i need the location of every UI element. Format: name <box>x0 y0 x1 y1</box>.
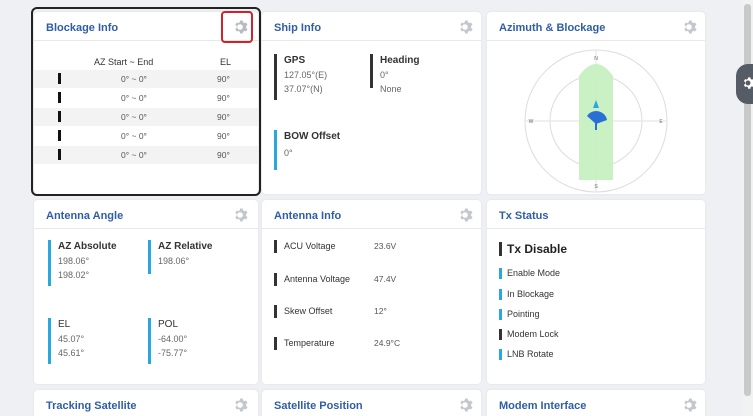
antenna-info-panel: Antenna Info ACU Voltage 23.6V Antenna Vo… <box>262 200 481 384</box>
vertical-scrollbar[interactable] <box>742 0 753 416</box>
gear-icon[interactable] <box>457 19 473 35</box>
gear-icon[interactable] <box>457 207 473 223</box>
modem-interface-panel: Modem Interface <box>487 390 705 416</box>
divider <box>34 228 258 229</box>
settings-gear-icon <box>743 77 753 89</box>
row-value: 47.4V <box>374 274 397 284</box>
gear-icon[interactable] <box>681 19 697 35</box>
panel-title: Tx Status <box>499 210 549 222</box>
gps-longitude: 127.05°(E) <box>284 70 328 80</box>
tx-item-label: In Blockage <box>507 289 555 299</box>
heading-source: None <box>380 84 402 94</box>
satellite-position-panel: Satellite Position <box>262 390 481 416</box>
el-label: EL <box>58 319 71 330</box>
compass-icon: N S W E <box>524 49 668 193</box>
gear-icon[interactable] <box>681 397 697 413</box>
row-label: Antenna Voltage <box>284 274 351 284</box>
scrollbar-thumb[interactable] <box>744 4 751 396</box>
ship-info-panel: Ship Info GPS 127.05°(E) 37.07°(N) Headi… <box>262 12 481 194</box>
heading-group: Heading 0° None <box>370 54 460 94</box>
az-relative-value: 198.06° <box>158 256 190 266</box>
tx-item-label: Enable Mode <box>507 268 561 278</box>
panel-title: Satellite Position <box>274 400 363 412</box>
az-absolute-group: AZ Absolute 198.06° 198.02° <box>48 240 138 286</box>
compass-w: W <box>529 119 534 125</box>
tx-item-label: LNB Rotate <box>507 349 554 359</box>
divider <box>487 40 705 41</box>
panel-title: Antenna Angle <box>46 210 124 222</box>
compass-e: E <box>659 119 663 125</box>
az-absolute-label: AZ Absolute <box>58 241 117 252</box>
pol-label: POL <box>158 319 179 330</box>
row-value: 24.9°C <box>374 338 401 348</box>
gps-latitude: 37.07°(N) <box>284 84 323 94</box>
divider <box>487 228 705 229</box>
gps-label: GPS <box>284 55 306 66</box>
divider <box>262 40 481 41</box>
gear-highlight <box>221 11 253 43</box>
gps-group: GPS 127.05°(E) 37.07°(N) <box>274 54 364 100</box>
divider <box>262 228 481 229</box>
panel-title: Azimuth & Blockage <box>499 22 606 34</box>
row-label: Skew Offset <box>284 306 333 316</box>
row-label: Temperature <box>284 338 335 348</box>
row-value: 12° <box>374 306 387 316</box>
az-relative-label: AZ Relative <box>158 241 213 252</box>
az-relative-group: AZ Relative 198.06° <box>148 240 238 274</box>
row-label: ACU Voltage <box>284 241 336 251</box>
bow-offset-value: 0° <box>284 148 293 158</box>
heading-value: 0° <box>380 70 389 80</box>
azimuth-blockage-panel: Azimuth & Blockage N S W E <box>487 12 705 194</box>
tx-state-label: Tx Disable <box>507 242 568 256</box>
tx-state: Tx Disable <box>499 242 619 258</box>
tx-status-panel: Tx Status Tx Disable Enable Mode In Bloc… <box>487 200 705 384</box>
side-settings-tab[interactable] <box>736 64 753 104</box>
pol-group: POL -64.00° -75.77° <box>148 318 238 364</box>
az-absolute-value: 198.06° <box>58 256 90 266</box>
el-target: 45.61° <box>58 348 85 358</box>
pol-target: -75.77° <box>158 348 188 358</box>
el-value: 45.07° <box>58 334 85 344</box>
az-absolute-target: 198.02° <box>58 270 90 280</box>
antenna-angle-panel: Antenna Angle AZ Absolute 198.06° 198.02… <box>34 200 258 384</box>
panel-title: Antenna Info <box>274 210 342 222</box>
bow-offset-label: BOW Offset <box>284 131 341 142</box>
el-group: EL 45.07° 45.61° <box>48 318 138 364</box>
panel-title: Modem Interface <box>499 400 587 412</box>
gear-icon[interactable] <box>232 397 248 413</box>
gear-icon[interactable] <box>232 207 248 223</box>
tx-item-label: Pointing <box>507 309 540 319</box>
bow-offset-group: BOW Offset 0° <box>274 130 394 170</box>
compass-s: S <box>594 184 598 190</box>
compass-n: N <box>594 56 598 62</box>
pol-value: -64.00° <box>158 334 188 344</box>
panel-title: Ship Info <box>274 22 322 34</box>
tracking-satellite-panel: Tracking Satellite <box>34 390 258 416</box>
heading-label: Heading <box>380 55 420 66</box>
gear-icon[interactable] <box>457 397 473 413</box>
panel-title: Tracking Satellite <box>46 400 137 412</box>
row-value: 23.6V <box>374 241 397 251</box>
tx-item-label: Modem Lock <box>507 329 559 339</box>
